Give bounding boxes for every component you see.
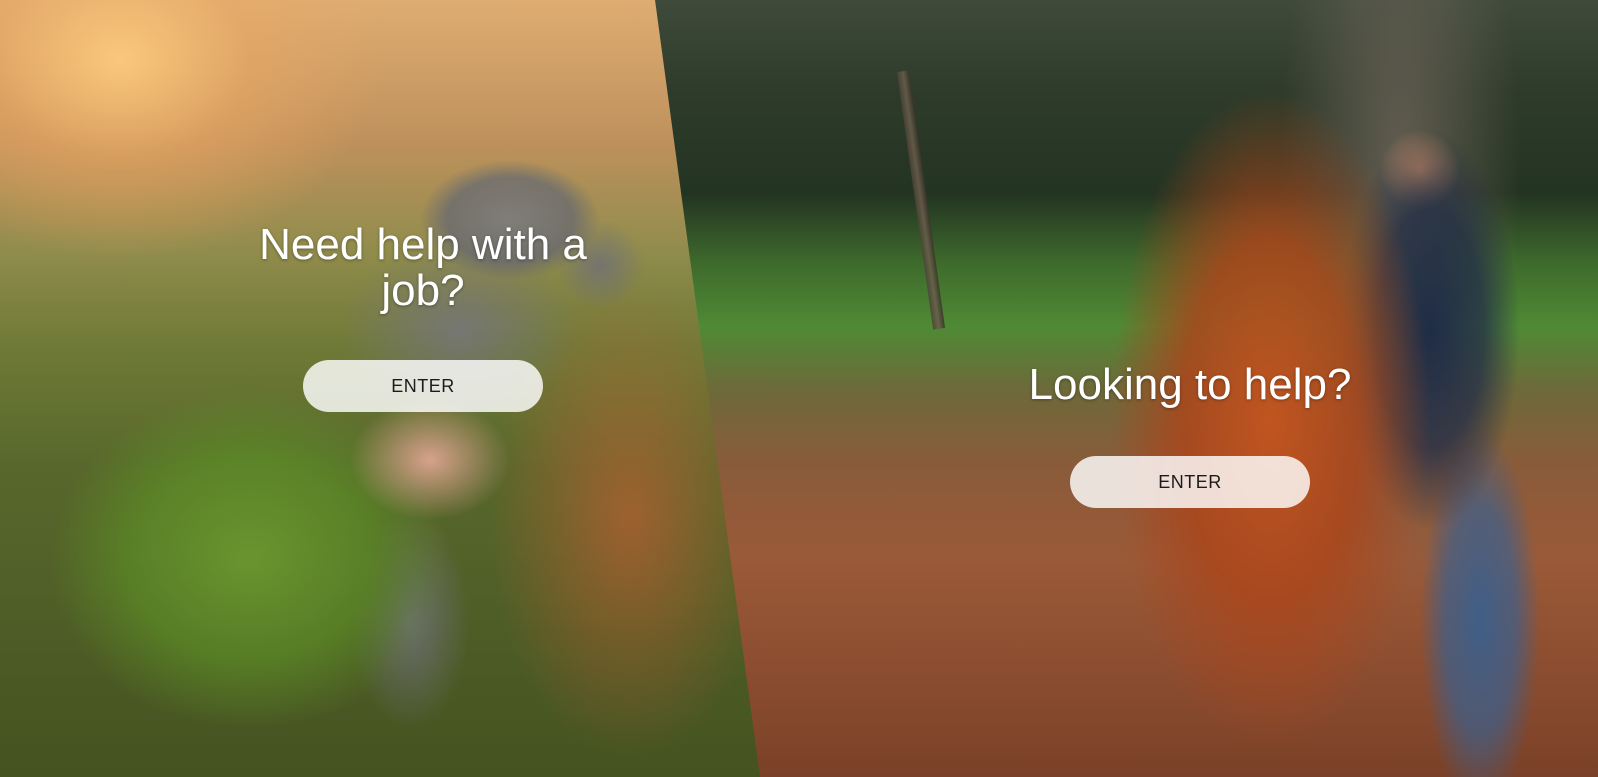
need-help-enter-button[interactable]: ENTER — [303, 360, 543, 412]
split-landing-page: Need help with a job? ENTER Looking to h… — [0, 0, 1598, 777]
need-help-heading: Need help with a job? — [259, 220, 587, 315]
right-call-to-action: Looking to help? ENTER — [990, 362, 1390, 508]
left-call-to-action: Need help with a job? ENTER — [243, 222, 603, 412]
looking-to-help-enter-button[interactable]: ENTER — [1070, 456, 1310, 508]
tree-trunk-decoration — [896, 70, 946, 330]
looking-to-help-heading: Looking to help? — [1028, 360, 1352, 409]
